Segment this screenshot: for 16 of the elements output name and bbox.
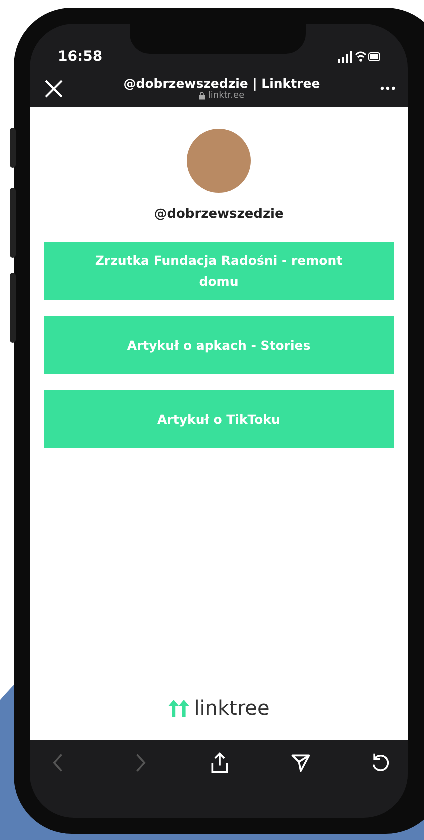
linktree-wordmark: linktree bbox=[194, 696, 270, 720]
share-icon[interactable] bbox=[209, 752, 231, 774]
more-icon[interactable] bbox=[380, 86, 396, 91]
link-button[interactable]: Artykuł o apkach - Stories bbox=[44, 316, 394, 374]
link-button[interactable]: Zrzutka Fundacja Radośni - remont domu bbox=[44, 242, 394, 300]
send-icon[interactable] bbox=[290, 752, 312, 774]
linktree-logo-icon bbox=[168, 700, 190, 716]
status-icons bbox=[338, 51, 382, 63]
status-time: 16:58 bbox=[58, 49, 103, 65]
profile-username: @dobrzewszedzie bbox=[154, 207, 284, 222]
page-url: linktr.ee bbox=[199, 91, 245, 101]
lock-icon bbox=[199, 92, 206, 100]
close-icon[interactable] bbox=[44, 78, 64, 98]
reload-icon[interactable] bbox=[370, 752, 392, 774]
link-button[interactable]: Artykuł o TikToku bbox=[44, 390, 394, 448]
page-title: @dobrzewszedzie | Linktree bbox=[124, 76, 320, 91]
